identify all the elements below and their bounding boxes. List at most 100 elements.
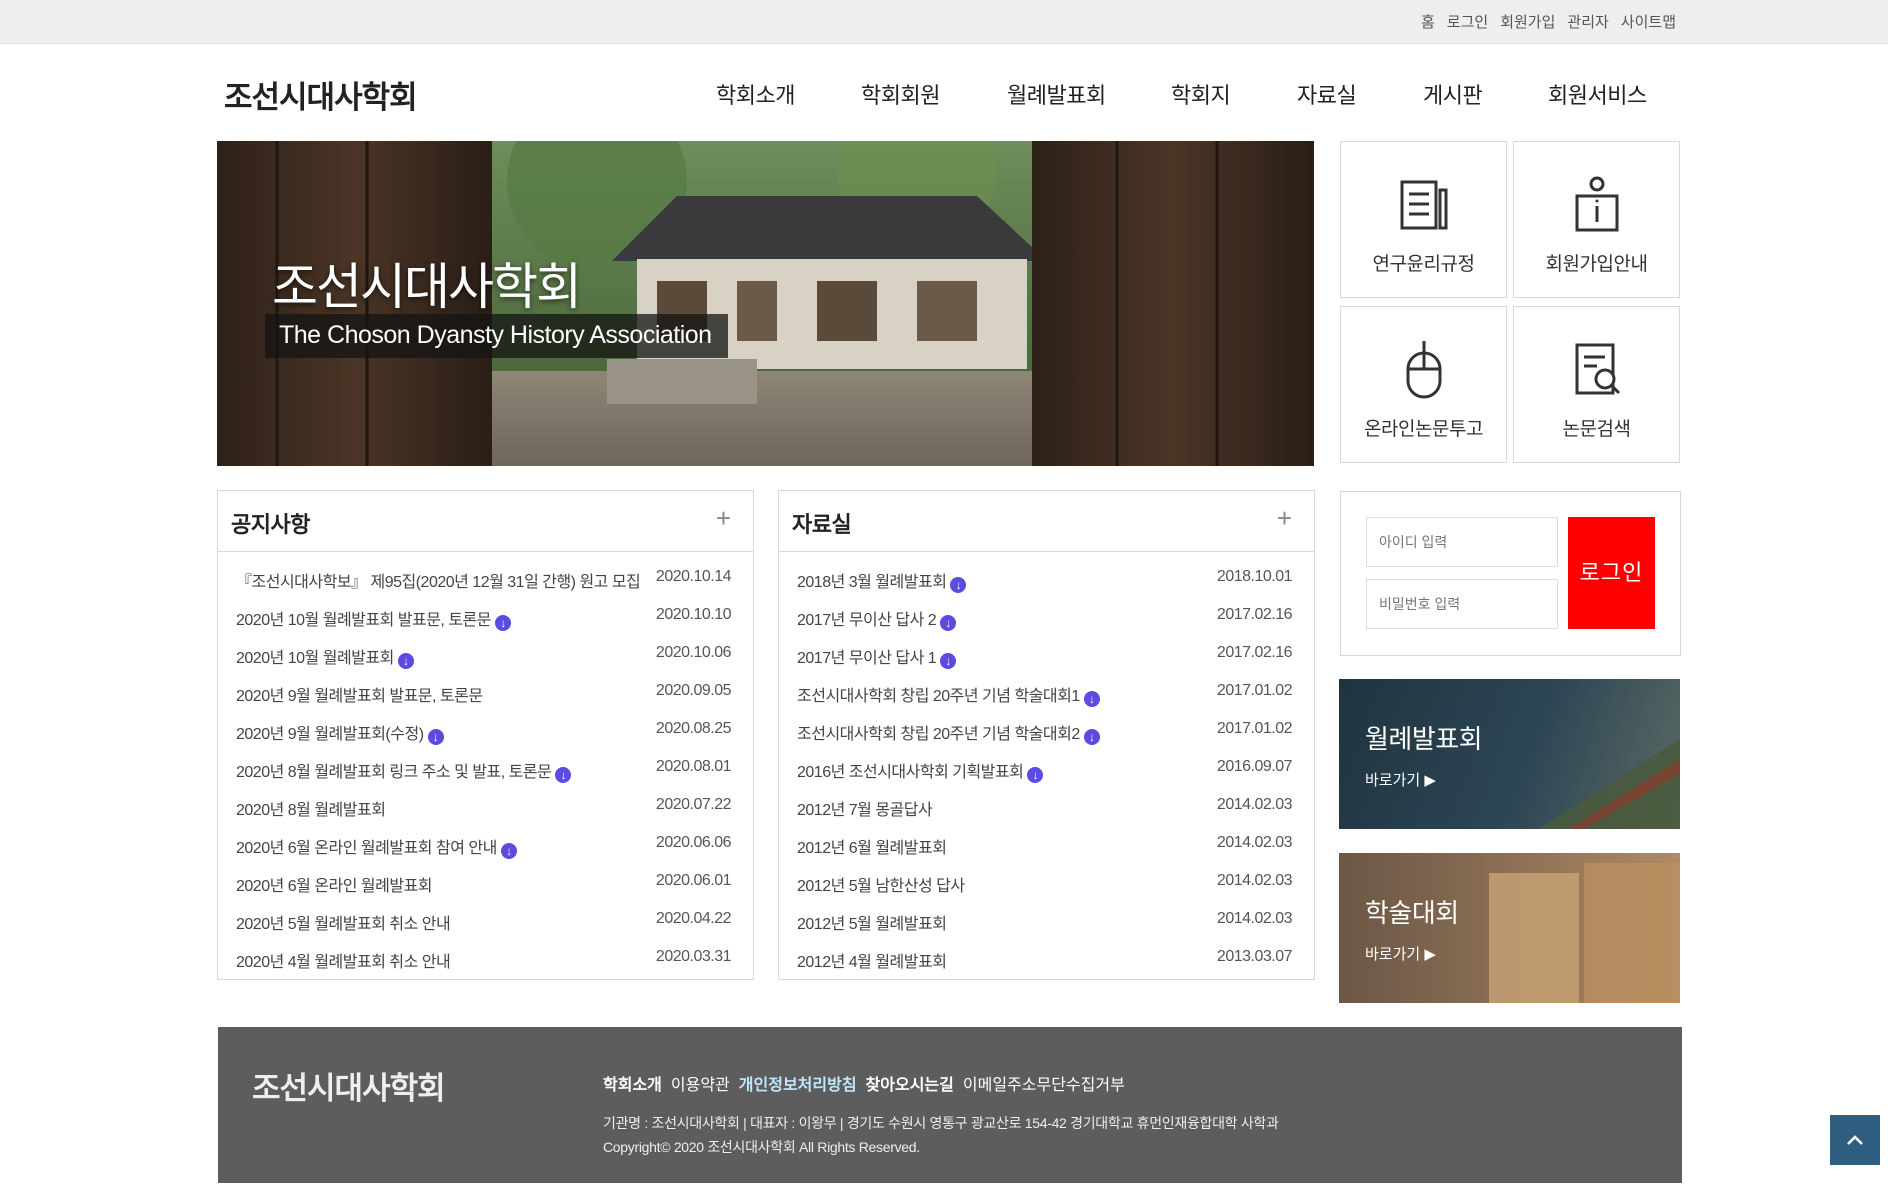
notice-row-title[interactable]: 2020년 8월 월례발표회 링크 주소 및 발표, 토론문 ↓	[236, 758, 572, 783]
utility-links: 홈 로그인 회원가입 관리자 사이트맵	[1421, 11, 1676, 32]
archive-row-title[interactable]: 조선시대사학회 창립 20주년 기념 학술대회2 ↓	[797, 720, 1100, 745]
banner-link[interactable]: 바로가기 ▶	[1365, 943, 1436, 964]
id-input[interactable]	[1366, 517, 1558, 567]
notice-row-title[interactable]: 『조선시대사학보』 제95집(2020년 12월 31일 간행) 원고 모집	[236, 568, 641, 592]
footer-menu-link[interactable]: 개인정보처리방침	[739, 1071, 857, 1095]
download-icon: ↓	[555, 767, 572, 783]
notice-row[interactable]: 2020년 4월 월례발표회 취소 안내 2020.03.31	[218, 937, 753, 975]
quicklink-label: 연구윤리규정	[1372, 254, 1475, 275]
footer-info: 기관명 : 조선시대사학회 | 대표자 : 이왕무 | 경기도 수원시 영통구 …	[603, 1111, 1279, 1159]
password-input[interactable]	[1366, 579, 1558, 629]
monthly-banner[interactable]: 월례발표회 바로가기 ▶	[1339, 679, 1680, 829]
notice-row-date: 2020.07.22	[655, 796, 732, 813]
nav-journal[interactable]: 학회지	[1171, 78, 1231, 110]
download-icon: ↓	[950, 577, 967, 593]
notice-row[interactable]: 2020년 10월 월례발표회 ↓ 2020.10.06	[218, 633, 753, 671]
archive-row-title[interactable]: 2012년 7월 몽골답사	[797, 796, 933, 820]
notice-list: 『조선시대사학보』 제95집(2020년 12월 31일 간행) 원고 모집 20…	[218, 552, 753, 975]
notice-more-button[interactable]: +	[716, 503, 731, 534]
archive-row[interactable]: 2017년 무이산 답사 2 ↓ 2017.02.16	[779, 595, 1314, 633]
login-button[interactable]: 로그인	[1568, 517, 1655, 629]
nav-services[interactable]: 회원서비스	[1548, 78, 1647, 110]
archive-row[interactable]: 2016년 조선시대사학회 기획발표회 ↓ 2016.09.07	[779, 747, 1314, 785]
archive-row[interactable]: 2012년 6월 월례발표회 2014.02.03	[779, 823, 1314, 861]
notice-row-title[interactable]: 2020년 9월 월례발표회(수정) ↓	[236, 720, 444, 745]
archive-row-title[interactable]: 2017년 무이산 답사 2 ↓	[797, 606, 957, 631]
site-logo[interactable]: 조선시대사학회	[224, 72, 418, 117]
notice-row[interactable]: 2020년 6월 온라인 월례발표회 참여 안내 ↓ 2020.06.06	[218, 823, 753, 861]
login-box: 로그인	[1340, 491, 1681, 656]
archive-more-button[interactable]: +	[1277, 503, 1292, 534]
notice-row-title[interactable]: 2020년 9월 월례발표회 발표문, 토론문	[236, 682, 483, 706]
notice-row-title[interactable]: 2020년 4월 월례발표회 취소 안내	[236, 948, 451, 972]
login-link[interactable]: 로그인	[1447, 11, 1488, 32]
notice-row[interactable]: 2020년 10월 월례발표회 발표문, 토론문 ↓ 2020.10.10	[218, 595, 753, 633]
hero-subtitle: The Choson Dyansty History Association	[265, 314, 728, 358]
nav-archive[interactable]: 자료실	[1297, 78, 1357, 110]
archive-row[interactable]: 조선시대사학회 창립 20주년 기념 학술대회1 ↓ 2017.01.02	[779, 671, 1314, 709]
notice-row-title[interactable]: 2020년 6월 온라인 월례발표회 참여 안내 ↓	[236, 834, 517, 859]
archive-row-date: 2016.09.07	[1216, 758, 1293, 775]
sitemap-link[interactable]: 사이트맵	[1621, 11, 1676, 32]
archive-row[interactable]: 2012년 7월 몽골답사 2014.02.03	[779, 785, 1314, 823]
nav-monthly[interactable]: 월례발표회	[1007, 78, 1106, 110]
footer-menu-link[interactable]: 이메일주소무단수집거부	[963, 1071, 1125, 1095]
notice-row-title[interactable]: 2020년 10월 월례발표회 ↓	[236, 644, 414, 669]
archive-row-title[interactable]: 조선시대사학회 창립 20주년 기념 학술대회1 ↓	[797, 682, 1100, 707]
archive-row[interactable]: 2018년 3월 월례발표회 ↓ 2018.10.01	[779, 557, 1314, 595]
nav-board[interactable]: 게시판	[1423, 78, 1483, 110]
archive-row[interactable]: 2012년 5월 월례발표회 2014.02.03	[779, 899, 1314, 937]
quicklink-research-ethics[interactable]: 연구윤리규정	[1340, 141, 1507, 298]
conference-banner[interactable]: 학술대회 바로가기 ▶	[1339, 853, 1680, 1003]
quicklink-membership-guide[interactable]: 회원가입안내	[1513, 141, 1680, 298]
footer-copyright: Copyright© 2020 조선시대사학회 All Rights Reser…	[603, 1139, 920, 1155]
notice-row[interactable]: 2020년 9월 월례발표회 발표문, 토론문 2020.09.05	[218, 671, 753, 709]
archive-row[interactable]: 2017년 무이산 답사 1 ↓ 2017.02.16	[779, 633, 1314, 671]
notice-row-title[interactable]: 2020년 8월 월례발표회	[236, 796, 386, 820]
footer-menu-link[interactable]: 이용약관	[671, 1071, 730, 1095]
hero-title: 조선시대사학회	[272, 259, 582, 315]
archive-row-title[interactable]: 2012년 5월 남한산성 답사	[797, 872, 965, 896]
scroll-top-button[interactable]	[1830, 1115, 1880, 1165]
download-icon: ↓	[494, 615, 511, 631]
archive-row-title[interactable]: 2012년 5월 월례발표회	[797, 910, 947, 934]
archive-row-title[interactable]: 2018년 3월 월례발표회 ↓	[797, 568, 967, 593]
notice-row[interactable]: 2020년 9월 월례발표회(수정) ↓ 2020.08.25	[218, 709, 753, 747]
notice-row[interactable]: 2020년 8월 월례발표회 링크 주소 및 발표, 토론문 ↓ 2020.08.0…	[218, 747, 753, 785]
archive-row-title[interactable]: 2017년 무이산 답사 1 ↓	[797, 644, 957, 669]
banner-link[interactable]: 바로가기 ▶	[1365, 769, 1436, 790]
archive-row[interactable]: 조선시대사학회 창립 20주년 기념 학술대회2 ↓ 2017.01.02	[779, 709, 1314, 747]
archive-header: 자료실 +	[779, 491, 1314, 552]
notice-row[interactable]: 2020년 6월 온라인 월례발표회 2020.06.01	[218, 861, 753, 899]
notice-row[interactable]: 2020년 8월 월례발표회 2020.07.22	[218, 785, 753, 823]
quicklink-paper-search[interactable]: 논문검색	[1513, 306, 1680, 463]
footer-logo: 조선시대사학회	[252, 1071, 446, 1106]
archive-row-date: 2014.02.03	[1216, 872, 1293, 889]
download-icon: ↓	[1027, 767, 1044, 783]
notice-row-title[interactable]: 2020년 10월 월례발표회 발표문, 토론문 ↓	[236, 606, 511, 631]
nav-about[interactable]: 학회소개	[716, 78, 795, 110]
notice-row[interactable]: 『조선시대사학보』 제95집(2020년 12월 31일 간행) 원고 모집 20…	[218, 557, 753, 595]
footer-menu-link[interactable]: 찾아오시는길	[866, 1071, 954, 1095]
quicklink-label: 논문검색	[1562, 419, 1631, 440]
archive-row-title[interactable]: 2016년 조선시대사학회 기획발표회 ↓	[797, 758, 1044, 783]
notice-row-title[interactable]: 2020년 5월 월례발표회 취소 안내	[236, 910, 451, 934]
download-icon: ↓	[427, 729, 444, 745]
footer-menu-link[interactable]: 학회소개	[603, 1071, 662, 1095]
archive-row[interactable]: 2012년 4월 월례발표회 2013.03.07	[779, 937, 1314, 975]
quicklink-label: 회원가입안내	[1545, 254, 1648, 275]
archive-row-title[interactable]: 2012년 4월 월례발표회	[797, 948, 947, 972]
admin-link[interactable]: 관리자	[1567, 11, 1608, 32]
join-link[interactable]: 회원가입	[1500, 11, 1555, 32]
utility-bar: 홈 로그인 회원가입 관리자 사이트맵	[0, 0, 1888, 44]
nav-members[interactable]: 학회회원	[861, 78, 940, 110]
home-link[interactable]: 홈	[1421, 11, 1435, 32]
banner-title: 학술대회	[1365, 898, 1459, 928]
notice-row-title[interactable]: 2020년 6월 온라인 월례발표회	[236, 872, 433, 896]
quicklink-online-submission[interactable]: 온라인논문투고	[1340, 306, 1507, 463]
notice-row-date: 2020.04.22	[655, 910, 732, 927]
archive-row-title[interactable]: 2012년 6월 월례발표회	[797, 834, 947, 858]
archive-row-date: 2013.03.07	[1216, 948, 1293, 965]
archive-row[interactable]: 2012년 5월 남한산성 답사 2014.02.03	[779, 861, 1314, 899]
notice-row[interactable]: 2020년 5월 월례발표회 취소 안내 2020.04.22	[218, 899, 753, 937]
